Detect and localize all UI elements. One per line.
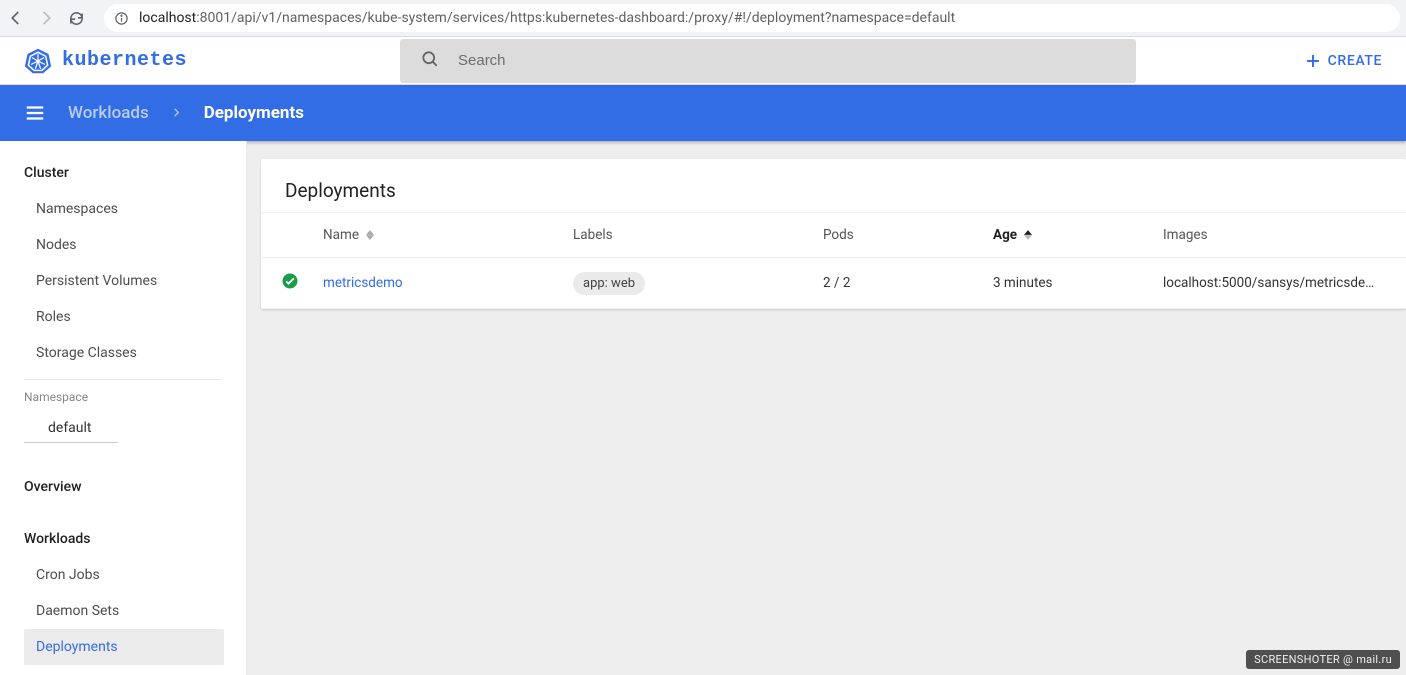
create-label: CREATE bbox=[1328, 53, 1382, 69]
sidebar-item-nodes[interactable]: Nodes bbox=[0, 227, 246, 263]
browser-chrome: localhost:8001/api/v1/namespaces/kube-sy… bbox=[0, 0, 1406, 37]
watermark: SCREENSHOTER @ mail.ru bbox=[1246, 650, 1400, 669]
cell-pods: 2 / 2 bbox=[811, 258, 981, 309]
breadcrumb-current: Deployments bbox=[204, 103, 304, 123]
col-name[interactable]: Name bbox=[311, 213, 561, 258]
breadcrumb-bar: Workloads Deployments bbox=[0, 85, 1406, 141]
plus-icon bbox=[1304, 52, 1322, 70]
col-pods[interactable]: Pods bbox=[811, 213, 981, 258]
sort-icon bbox=[366, 230, 374, 240]
sidebar-section-workloads[interactable]: Workloads bbox=[0, 517, 246, 557]
col-labels[interactable]: Labels bbox=[561, 213, 811, 258]
url-host: localhost bbox=[139, 10, 196, 26]
sidebar-item-persistent-volumes[interactable]: Persistent Volumes bbox=[0, 263, 246, 299]
table-row[interactable]: metricsdemo app: web 2 / 2 3 minutes loc… bbox=[261, 258, 1406, 309]
search-box[interactable] bbox=[400, 39, 1136, 83]
card-title: Deployments bbox=[261, 159, 1406, 212]
sidebar-item-roles[interactable]: Roles bbox=[0, 299, 246, 335]
col-images[interactable]: Images bbox=[1151, 213, 1406, 258]
logo-area: kubernetes bbox=[24, 47, 384, 75]
back-icon[interactable] bbox=[6, 8, 26, 28]
label-chip: app: web bbox=[573, 272, 645, 295]
search-input[interactable] bbox=[458, 52, 1116, 69]
info-icon bbox=[114, 11, 129, 26]
sort-icon bbox=[1024, 230, 1032, 240]
address-bar[interactable]: localhost:8001/api/v1/namespaces/kube-sy… bbox=[104, 4, 1400, 32]
sidebar-overview[interactable]: Overview bbox=[0, 465, 246, 505]
search-icon bbox=[420, 49, 440, 73]
deployments-table: Name Labels Pods Age bbox=[261, 212, 1406, 309]
sidebar-item-daemon-sets[interactable]: Daemon Sets bbox=[0, 593, 246, 629]
col-status bbox=[261, 213, 311, 258]
breadcrumb-root[interactable]: Workloads bbox=[68, 103, 149, 123]
sidebar-item-namespaces[interactable]: Namespaces bbox=[0, 191, 246, 227]
kubernetes-logo-icon bbox=[24, 47, 52, 75]
reload-icon[interactable] bbox=[66, 8, 86, 28]
sidebar-item-storage-classes[interactable]: Storage Classes bbox=[0, 335, 246, 371]
sidebar-item-deployments[interactable]: Deployments bbox=[24, 629, 224, 665]
namespace-select[interactable]: default bbox=[24, 414, 118, 443]
sidebar-item-cron-jobs[interactable]: Cron Jobs bbox=[0, 557, 246, 593]
app-header: kubernetes CREATE bbox=[0, 37, 1406, 85]
sidebar: Cluster Namespaces Nodes Persistent Volu… bbox=[0, 141, 247, 675]
create-button[interactable]: CREATE bbox=[1304, 52, 1382, 70]
status-ok-icon bbox=[281, 272, 299, 290]
content-area: Deployments Name Labels Pods bbox=[247, 141, 1406, 675]
chevron-right-icon bbox=[171, 103, 182, 123]
sidebar-section-cluster[interactable]: Cluster bbox=[0, 151, 246, 191]
brand-text: kubernetes bbox=[62, 49, 187, 72]
url-port: :8001 bbox=[196, 10, 231, 26]
col-age[interactable]: Age bbox=[981, 213, 1151, 258]
namespace-label: Namespace bbox=[0, 390, 246, 404]
sidebar-item-jobs[interactable]: Jobs bbox=[0, 665, 246, 675]
cell-age: 3 minutes bbox=[981, 258, 1151, 309]
forward-icon[interactable] bbox=[36, 8, 56, 28]
namespace-value: default bbox=[48, 420, 92, 436]
deployments-card: Deployments Name Labels Pods bbox=[261, 159, 1406, 309]
cell-images: localhost:5000/sansys/metricsde… bbox=[1151, 258, 1406, 309]
sidebar-divider bbox=[24, 379, 222, 380]
menu-icon[interactable] bbox=[24, 102, 46, 124]
url-path: /api/v1/namespaces/kube-system/services/… bbox=[231, 10, 955, 26]
deployment-name-link[interactable]: metricsdemo bbox=[323, 275, 403, 291]
